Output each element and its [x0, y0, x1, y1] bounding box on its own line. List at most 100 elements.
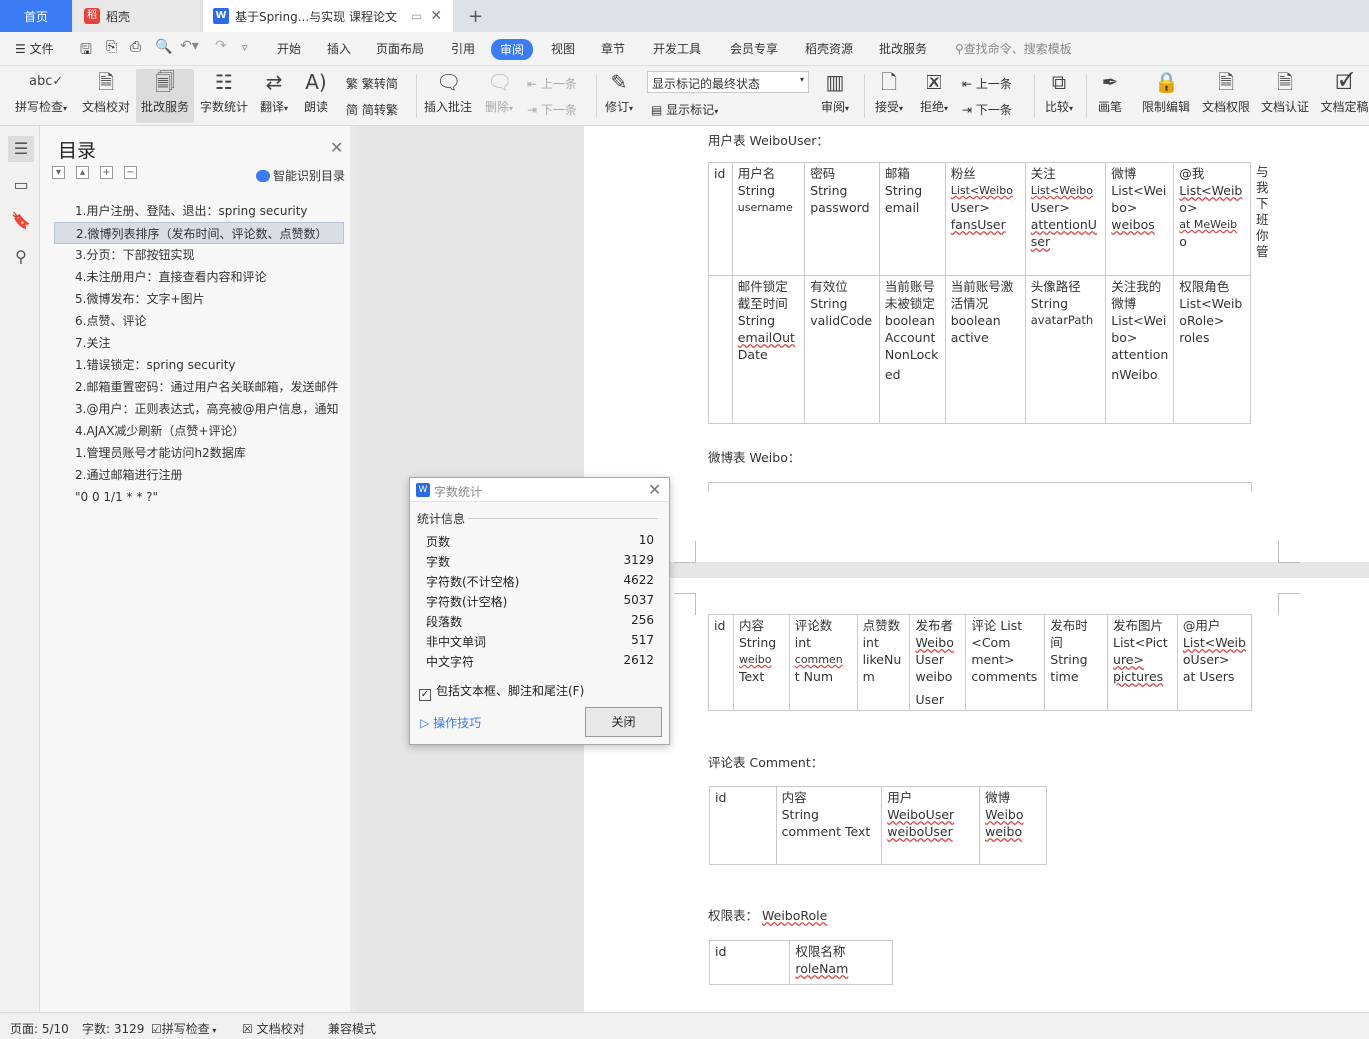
close-icon[interactable]: ✕: [648, 480, 661, 499]
menu-insert[interactable]: 插入: [327, 40, 351, 57]
pen-button[interactable]: ✒ 画笔: [1094, 70, 1126, 122]
table-cell[interactable]: @我 List<Weib o> at MeWeib o: [1173, 162, 1251, 276]
redo-icon[interactable]: ↷: [215, 38, 227, 54]
table-cell[interactable]: id: [708, 614, 734, 711]
command-search[interactable]: ⚲查找命令、搜索模板: [955, 40, 1072, 57]
save-icon[interactable]: 🖫: [80, 39, 92, 63]
dialog-titlebar[interactable]: W 字数统计 ✕: [410, 478, 669, 502]
toc-item[interactable]: 3.@用户：正则表达式，高亮被@用户信息，通知: [54, 398, 344, 420]
menu-daoke-resources[interactable]: 稻壳资源: [805, 40, 853, 57]
smart-toc-button[interactable]: 智能识别目录: [256, 167, 345, 184]
toc-item[interactable]: 2.通过邮箱进行注册: [54, 464, 344, 486]
tab-document[interactable]: W 基于Spring...与实现 课程论文 ▭ ✕: [203, 0, 453, 32]
delete-comment-button[interactable]: 🗨 删除▾: [481, 70, 517, 122]
table-cell[interactable]: 评论数 int commen t Num: [788, 614, 858, 711]
spellcheck-button[interactable]: abc✓ 拼写检查▾: [10, 70, 72, 122]
table-cell[interactable]: 发布时间 String time: [1044, 614, 1108, 711]
table-cell[interactable]: 内容 String comment Text: [775, 786, 883, 865]
table-cell[interactable]: 当前账号 未被锁定 boolean Account NonLock ed: [878, 275, 946, 424]
markup-state-select[interactable]: 显示标记的最终状态 ▾: [647, 71, 809, 93]
toc-item[interactable]: 1.管理员账号才能访问h2数据库: [54, 442, 344, 464]
new-tab-button[interactable]: +: [458, 0, 493, 32]
table-cell[interactable]: 权限名称 roleNam: [789, 940, 893, 985]
menu-page-layout[interactable]: 页面布局: [376, 40, 424, 57]
table-cell[interactable]: 点赞数 int likeNu m: [856, 614, 911, 711]
table-cell[interactable]: 微博 Weibo weibo: [979, 786, 1047, 865]
minus-icon[interactable]: −: [124, 166, 137, 179]
table-cell[interactable]: 内容 String weibo Text: [732, 614, 790, 711]
status-proofread[interactable]: ☒ 文档校对: [242, 1020, 305, 1037]
menu-view[interactable]: 视图: [551, 40, 575, 57]
prev-comment-button[interactable]: ⇤ 上一条: [527, 75, 577, 92]
translate-button[interactable]: ⇄ 翻译▾: [256, 70, 292, 122]
tips-link[interactable]: ▷ 操作技巧: [420, 714, 481, 731]
table-cell[interactable]: 关注 List<Weibo User> attentionU ser: [1024, 162, 1107, 276]
page-indicator[interactable]: 页面: 5/10: [10, 1020, 69, 1037]
table-cell[interactable]: id: [708, 940, 791, 985]
table-cell[interactable]: id: [709, 786, 777, 865]
toc-item[interactable]: "0 0 1/1 * * ?": [54, 486, 344, 508]
table-cell[interactable]: 邮件锁定 截至时间 String emailOut Date: [731, 275, 806, 424]
menu-review[interactable]: 审阅: [491, 39, 534, 60]
chapter-nav-icon[interactable]: ▭: [8, 172, 34, 198]
table-cell[interactable]: [708, 275, 733, 424]
file-menu[interactable]: ☰ 文件: [15, 40, 54, 57]
bookmark-icon[interactable]: 🔖: [8, 208, 34, 234]
wordcount-button[interactable]: ☷ 字数统计: [199, 70, 249, 122]
toc-panel-icon[interactable]: ☰: [8, 136, 34, 162]
table-cell[interactable]: 头像路径 String avatarPath: [1024, 275, 1107, 424]
toc-item[interactable]: 2.邮箱重置密码：通过用户名关联邮箱，发送邮件: [54, 376, 344, 398]
table-cell[interactable]: id: [708, 162, 733, 276]
tab-home[interactable]: 首页: [0, 0, 72, 32]
insert-comment-button[interactable]: 🗨 插入批注: [422, 70, 474, 122]
review-service-button[interactable]: 🗐 批改服务: [136, 69, 194, 123]
table-cell[interactable]: @用户 List<Weib oUser> at Users: [1176, 614, 1253, 711]
doc-certify-button[interactable]: 🗎 文档认证: [1259, 70, 1311, 122]
export-icon[interactable]: ⎘: [106, 39, 117, 55]
next-comment-button[interactable]: ⇥ 下一条: [527, 101, 577, 118]
toc-item[interactable]: 3.分页：下部按钮实现: [54, 244, 344, 266]
read-aloud-button[interactable]: A) 朗读: [300, 70, 332, 122]
table-cell[interactable]: 用户名 String username: [731, 162, 806, 276]
show-markup-button[interactable]: ▤ 显示标记▾: [651, 101, 718, 118]
tab-pin-icon[interactable]: ▭: [411, 9, 422, 23]
next-change-button[interactable]: ⇥ 下一条: [962, 101, 1012, 118]
doc-permission-button[interactable]: 🗎 文档权限: [1200, 70, 1252, 122]
menu-chapter[interactable]: 章节: [601, 40, 625, 57]
table-cell[interactable]: 当前账号激 活情况 boolean active: [944, 275, 1026, 424]
table-cell[interactable]: 邮箱 String email: [878, 162, 946, 276]
print-icon[interactable]: ⎙: [130, 39, 141, 55]
menu-references[interactable]: 引用: [451, 40, 475, 57]
print-preview-icon[interactable]: 🔍: [155, 39, 172, 55]
toc-item-selected[interactable]: 2.微博列表排序（发布时间、评论数、点赞数）: [54, 222, 344, 244]
review-pane-button[interactable]: ▥ 审阅▾: [816, 70, 854, 122]
restrict-edit-button[interactable]: 🔒 限制编辑: [1140, 70, 1192, 122]
plus-icon[interactable]: +: [100, 166, 113, 179]
toc-item[interactable]: 7.关注: [54, 332, 344, 354]
include-textbox-checkbox[interactable]: ✓ 包括文本框、脚注和尾注(F): [419, 682, 584, 701]
status-spellcheck[interactable]: ☑拼写检查 ▾: [151, 1020, 216, 1037]
table-cell[interactable]: 微博 List<Wei bo> weibos: [1105, 162, 1175, 276]
menu-devtools[interactable]: 开发工具: [653, 40, 701, 57]
track-changes-button[interactable]: ✎ 修订▾: [602, 70, 636, 122]
table-cell[interactable]: 粉丝 List<Weibo User> fansUser: [944, 162, 1026, 276]
table-cell[interactable]: 发布者 Weibo User weibo User: [909, 614, 967, 711]
menu-review-service[interactable]: 批改服务: [879, 40, 927, 57]
menu-member[interactable]: 会员专享: [730, 40, 778, 57]
expand-level-icon[interactable]: ▴: [76, 166, 89, 179]
table-cell[interactable]: 发布图片 List<Pict ure> pictures: [1106, 614, 1178, 711]
doc-finalize-button[interactable]: 🗹 文档定稿: [1320, 70, 1369, 122]
toc-item[interactable]: 6.点赞、评论: [54, 310, 344, 332]
reject-button[interactable]: 🗷 拒绝▾: [915, 70, 953, 122]
tab-close-icon[interactable]: ✕: [430, 8, 442, 24]
undo-icon[interactable]: ↶▾: [180, 38, 199, 54]
prev-change-button[interactable]: ⇤ 上一条: [962, 75, 1012, 92]
close-button[interactable]: 关闭: [585, 707, 662, 737]
proofread-button[interactable]: 🗎 文档校对: [80, 70, 132, 122]
table-cell[interactable]: 密码 String password: [804, 162, 880, 276]
tab-daoke[interactable]: 稻稻壳: [74, 0, 200, 32]
trad-to-simp-button[interactable]: 繁 繁转简: [346, 75, 398, 92]
toc-item[interactable]: 1.错误锁定：spring security: [54, 354, 344, 376]
toc-item[interactable]: 4.AJAX减少刷新（点赞+评论）: [54, 420, 344, 442]
more-icon[interactable]: ▿: [242, 41, 248, 54]
